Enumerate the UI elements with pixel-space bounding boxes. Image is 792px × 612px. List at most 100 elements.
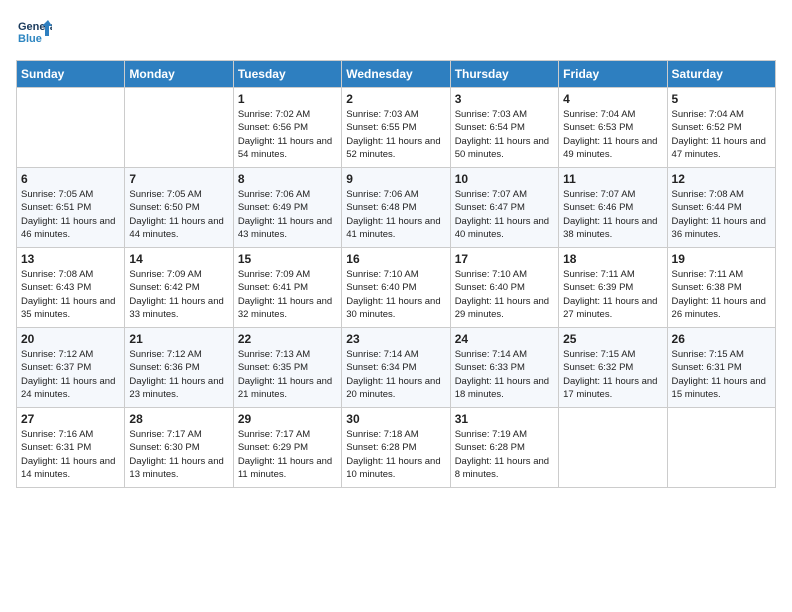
calendar-cell: 16 Sunrise: 7:10 AM Sunset: 6:40 PM Dayli… (342, 248, 450, 328)
calendar-week-4: 20 Sunrise: 7:12 AM Sunset: 6:37 PM Dayli… (17, 328, 776, 408)
day-number: 2 (346, 92, 445, 106)
cell-content: Sunrise: 7:08 AM Sunset: 6:43 PM Dayligh… (21, 268, 120, 321)
cell-content: Sunrise: 7:06 AM Sunset: 6:49 PM Dayligh… (238, 188, 337, 241)
calendar-cell: 26 Sunrise: 7:15 AM Sunset: 6:31 PM Dayli… (667, 328, 775, 408)
calendar-cell: 15Sunrise: 7:09 AM Sunset: 6:41 PM Dayli… (233, 248, 341, 328)
calendar-cell: 13 Sunrise: 7:08 AM Sunset: 6:43 PM Dayli… (17, 248, 125, 328)
calendar-cell (125, 88, 233, 168)
day-number: 10 (455, 172, 554, 186)
cell-content: Sunrise: 7:05 AM Sunset: 6:50 PM Dayligh… (129, 188, 228, 241)
cell-content: Sunrise: 7:11 AM Sunset: 6:39 PM Dayligh… (563, 268, 662, 321)
calendar-table: SundayMondayTuesdayWednesdayThursdayFrid… (16, 60, 776, 488)
calendar-cell: 1Sunrise: 7:02 AM Sunset: 6:56 PM Daylig… (233, 88, 341, 168)
day-number: 13 (21, 252, 120, 266)
day-number: 18 (563, 252, 662, 266)
cell-content: Sunrise: 7:08 AM Sunset: 6:44 PM Dayligh… (672, 188, 771, 241)
calendar-cell: 3Sunrise: 7:03 AM Sunset: 6:54 PM Daylig… (450, 88, 558, 168)
day-number: 21 (129, 332, 228, 346)
day-number: 22 (238, 332, 337, 346)
day-number: 5 (672, 92, 771, 106)
svg-text:Blue: Blue (18, 33, 42, 45)
day-number: 16 (346, 252, 445, 266)
day-header-wednesday: Wednesday (342, 61, 450, 88)
day-number: 24 (455, 332, 554, 346)
cell-content: Sunrise: 7:16 AM Sunset: 6:31 PM Dayligh… (21, 428, 120, 481)
day-header-friday: Friday (559, 61, 667, 88)
day-number: 19 (672, 252, 771, 266)
calendar-cell: 17 Sunrise: 7:10 AM Sunset: 6:40 PM Dayli… (450, 248, 558, 328)
cell-content: Sunrise: 7:17 AM Sunset: 6:30 PM Dayligh… (129, 428, 228, 481)
day-header-saturday: Saturday (667, 61, 775, 88)
cell-content: Sunrise: 7:10 AM Sunset: 6:40 PM Dayligh… (455, 268, 554, 321)
calendar-cell: 19 Sunrise: 7:11 AM Sunset: 6:38 PM Dayli… (667, 248, 775, 328)
calendar-cell: 30 Sunrise: 7:18 AM Sunset: 6:28 PM Dayli… (342, 408, 450, 488)
calendar-cell: 14 Sunrise: 7:09 AM Sunset: 6:42 PM Dayli… (125, 248, 233, 328)
day-number: 6 (21, 172, 120, 186)
calendar-cell: 4 Sunrise: 7:04 AM Sunset: 6:53 PM Daylig… (559, 88, 667, 168)
day-number: 29 (238, 412, 337, 426)
calendar-cell: 24Sunrise: 7:14 AM Sunset: 6:33 PM Dayli… (450, 328, 558, 408)
calendar-cell: 31Sunrise: 7:19 AM Sunset: 6:28 PM Dayli… (450, 408, 558, 488)
calendar-cell (667, 408, 775, 488)
calendar-cell (17, 88, 125, 168)
day-header-monday: Monday (125, 61, 233, 88)
calendar-cell: 9 Sunrise: 7:06 AM Sunset: 6:48 PM Daylig… (342, 168, 450, 248)
cell-content: Sunrise: 7:18 AM Sunset: 6:28 PM Dayligh… (346, 428, 445, 481)
day-number: 28 (129, 412, 228, 426)
calendar-cell: 21Sunrise: 7:12 AM Sunset: 6:36 PM Dayli… (125, 328, 233, 408)
calendar-cell: 12 Sunrise: 7:08 AM Sunset: 6:44 PM Dayli… (667, 168, 775, 248)
calendar-cell: 2 Sunrise: 7:03 AM Sunset: 6:55 PM Daylig… (342, 88, 450, 168)
calendar-cell: 29Sunrise: 7:17 AM Sunset: 6:29 PM Dayli… (233, 408, 341, 488)
calendar-cell: 22 Sunrise: 7:13 AM Sunset: 6:35 PM Dayli… (233, 328, 341, 408)
calendar-cell: 11 Sunrise: 7:07 AM Sunset: 6:46 PM Dayli… (559, 168, 667, 248)
cell-content: Sunrise: 7:06 AM Sunset: 6:48 PM Dayligh… (346, 188, 445, 241)
day-number: 27 (21, 412, 120, 426)
calendar-cell (559, 408, 667, 488)
cell-content: Sunrise: 7:03 AM Sunset: 6:55 PM Dayligh… (346, 108, 445, 161)
calendar-cell: 27 Sunrise: 7:16 AM Sunset: 6:31 PM Dayli… (17, 408, 125, 488)
cell-content: Sunrise: 7:04 AM Sunset: 6:52 PM Dayligh… (672, 108, 771, 161)
day-number: 25 (563, 332, 662, 346)
calendar-week-3: 13 Sunrise: 7:08 AM Sunset: 6:43 PM Dayli… (17, 248, 776, 328)
cell-content: Sunrise: 7:03 AM Sunset: 6:54 PM Dayligh… (455, 108, 554, 161)
calendar-week-1: 1Sunrise: 7:02 AM Sunset: 6:56 PM Daylig… (17, 88, 776, 168)
day-header-sunday: Sunday (17, 61, 125, 88)
calendar-cell: 23 Sunrise: 7:14 AM Sunset: 6:34 PM Dayli… (342, 328, 450, 408)
day-number: 11 (563, 172, 662, 186)
calendar-week-5: 27 Sunrise: 7:16 AM Sunset: 6:31 PM Dayli… (17, 408, 776, 488)
day-number: 4 (563, 92, 662, 106)
day-number: 15 (238, 252, 337, 266)
day-number: 14 (129, 252, 228, 266)
day-number: 20 (21, 332, 120, 346)
cell-content: Sunrise: 7:07 AM Sunset: 6:46 PM Dayligh… (563, 188, 662, 241)
cell-content: Sunrise: 7:12 AM Sunset: 6:37 PM Dayligh… (21, 348, 120, 401)
calendar-cell: 10 Sunrise: 7:07 AM Sunset: 6:47 PM Dayli… (450, 168, 558, 248)
day-number: 26 (672, 332, 771, 346)
day-header-tuesday: Tuesday (233, 61, 341, 88)
day-number: 12 (672, 172, 771, 186)
calendar-cell: 7Sunrise: 7:05 AM Sunset: 6:50 PM Daylig… (125, 168, 233, 248)
cell-content: Sunrise: 7:11 AM Sunset: 6:38 PM Dayligh… (672, 268, 771, 321)
cell-content: Sunrise: 7:19 AM Sunset: 6:28 PM Dayligh… (455, 428, 554, 481)
cell-content: Sunrise: 7:15 AM Sunset: 6:31 PM Dayligh… (672, 348, 771, 401)
day-number: 17 (455, 252, 554, 266)
logo-svg: General Blue (16, 16, 52, 52)
day-number: 9 (346, 172, 445, 186)
cell-content: Sunrise: 7:10 AM Sunset: 6:40 PM Dayligh… (346, 268, 445, 321)
calendar-cell: 25 Sunrise: 7:15 AM Sunset: 6:32 PM Dayli… (559, 328, 667, 408)
cell-content: Sunrise: 7:05 AM Sunset: 6:51 PM Dayligh… (21, 188, 120, 241)
calendar-cell: 20 Sunrise: 7:12 AM Sunset: 6:37 PM Dayli… (17, 328, 125, 408)
day-number: 23 (346, 332, 445, 346)
day-number: 30 (346, 412, 445, 426)
day-number: 8 (238, 172, 337, 186)
cell-content: Sunrise: 7:15 AM Sunset: 6:32 PM Dayligh… (563, 348, 662, 401)
calendar-cell: 28 Sunrise: 7:17 AM Sunset: 6:30 PM Dayli… (125, 408, 233, 488)
logo: General Blue (16, 16, 52, 52)
cell-content: Sunrise: 7:07 AM Sunset: 6:47 PM Dayligh… (455, 188, 554, 241)
cell-content: Sunrise: 7:14 AM Sunset: 6:34 PM Dayligh… (346, 348, 445, 401)
calendar-cell: 18 Sunrise: 7:11 AM Sunset: 6:39 PM Dayli… (559, 248, 667, 328)
cell-content: Sunrise: 7:09 AM Sunset: 6:42 PM Dayligh… (129, 268, 228, 321)
cell-content: Sunrise: 7:13 AM Sunset: 6:35 PM Dayligh… (238, 348, 337, 401)
cell-content: Sunrise: 7:04 AM Sunset: 6:53 PM Dayligh… (563, 108, 662, 161)
day-header-thursday: Thursday (450, 61, 558, 88)
